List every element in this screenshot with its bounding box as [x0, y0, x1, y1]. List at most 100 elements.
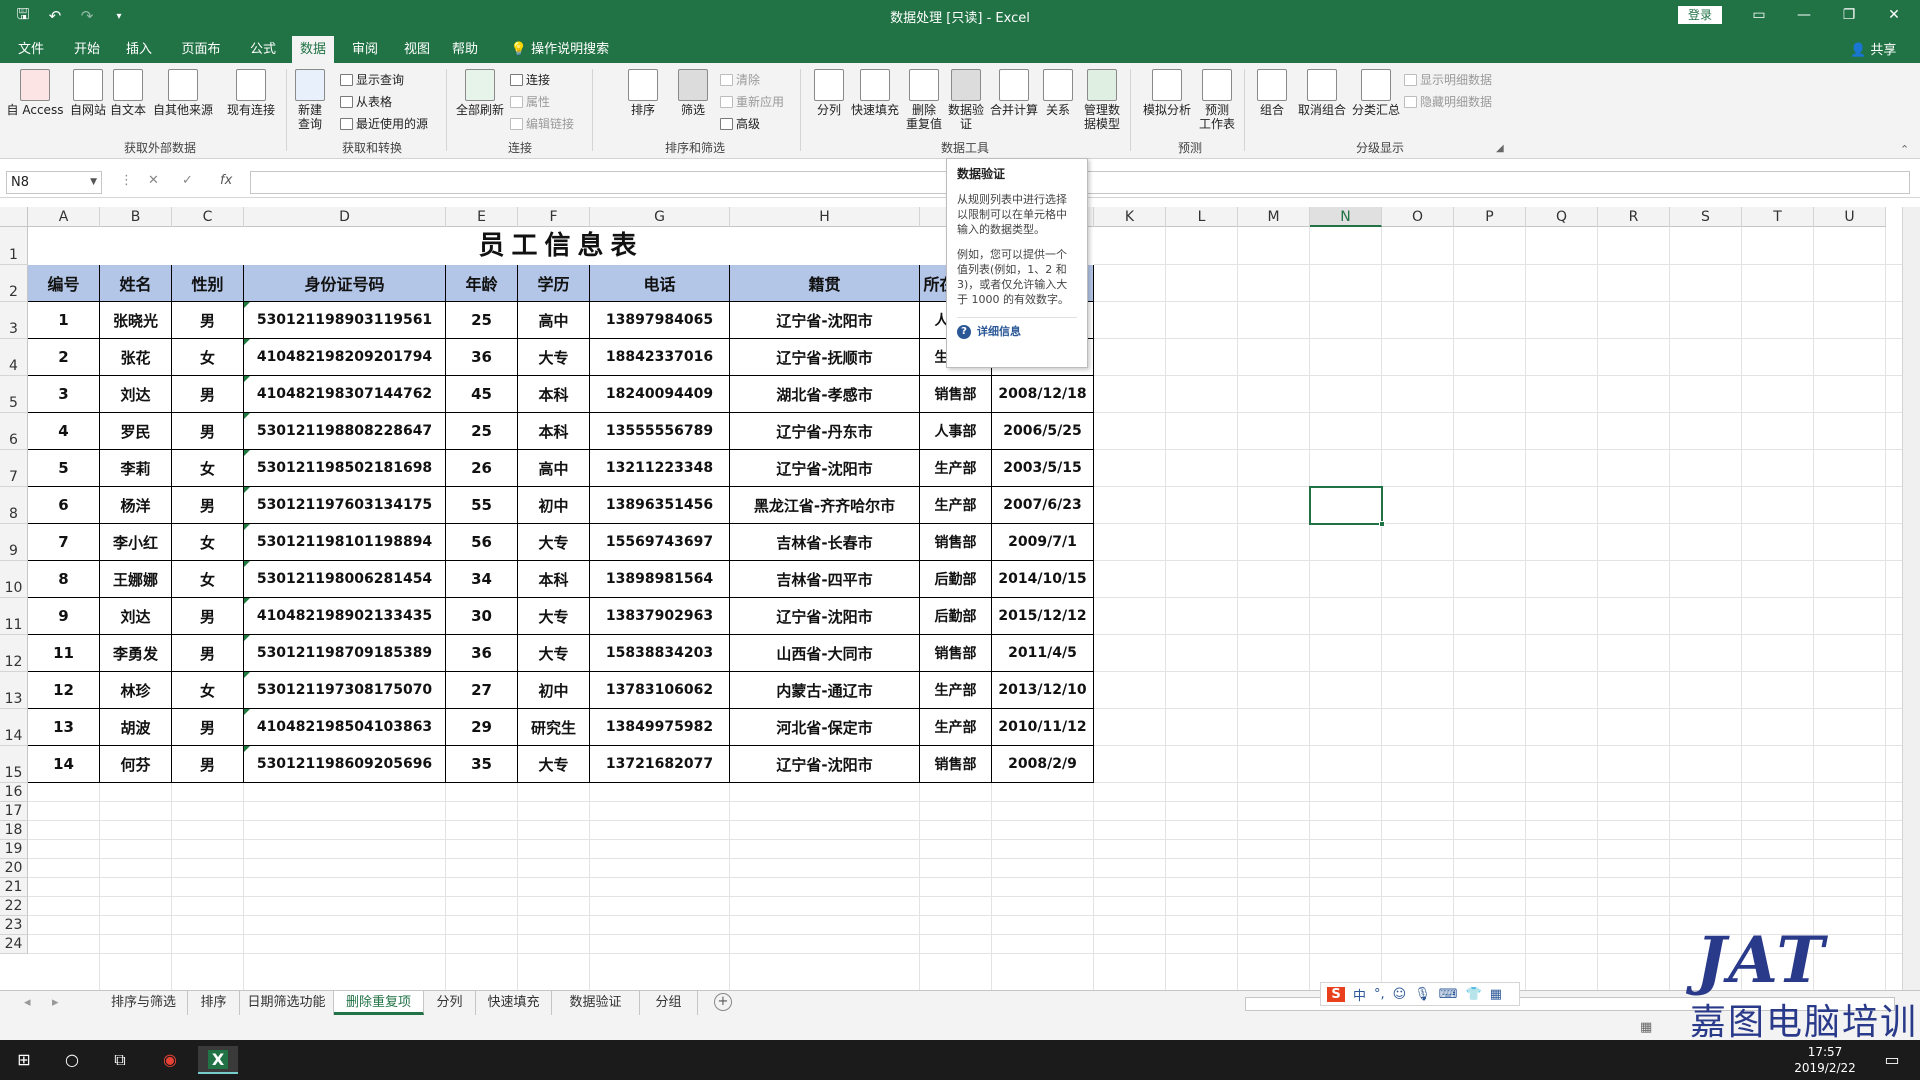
table-cell[interactable]: 李小红: [100, 524, 172, 561]
data-tool-btn-6[interactable]: 管理数 据模型: [1080, 69, 1124, 131]
data-tool-btn-1[interactable]: 快速填充: [850, 69, 900, 117]
sheet-tab-1[interactable]: 排序: [188, 991, 240, 1015]
tell-me-search[interactable]: 💡 操作说明搜索: [500, 36, 620, 63]
dialog-launcher-icon[interactable]: ◢: [1496, 143, 1504, 154]
table-cell[interactable]: 女: [172, 450, 244, 487]
cancel-icon[interactable]: ✕: [148, 173, 159, 188]
table-cell[interactable]: 生产部: [920, 487, 992, 524]
table-cell[interactable]: 2: [28, 339, 100, 376]
scroll-left-icon[interactable]: ◂: [24, 995, 31, 1010]
table-cell[interactable]: 1: [28, 302, 100, 339]
table-cell[interactable]: 辽宁省-沈阳市: [730, 450, 920, 487]
column-header-K[interactable]: K: [1094, 207, 1166, 227]
maximize-button[interactable]: ❐: [1827, 4, 1871, 26]
share-button[interactable]: 👤 共享: [1850, 39, 1896, 58]
table-cell[interactable]: 李勇发: [100, 635, 172, 672]
table-cell[interactable]: 女: [172, 524, 244, 561]
insert-function-icon[interactable]: fx: [220, 173, 232, 188]
tab-6[interactable]: 审阅: [348, 36, 382, 63]
table-cell[interactable]: 18240094409: [590, 376, 730, 413]
table-cell[interactable]: 4: [28, 413, 100, 450]
table-cell[interactable]: 8: [28, 561, 100, 598]
tab-0[interactable]: 文件: [14, 36, 48, 63]
column-header-H[interactable]: H: [730, 207, 920, 227]
table-cell[interactable]: 生产部: [920, 709, 992, 746]
chevron-down-icon[interactable]: ▼: [90, 172, 97, 193]
column-header-T[interactable]: T: [1742, 207, 1814, 227]
refresh-all-button[interactable]: 全部刷新: [454, 69, 506, 117]
table-cell[interactable]: 5: [28, 450, 100, 487]
data-tool-btn-0[interactable]: 分列: [808, 69, 850, 117]
ime-tools-icon[interactable]: ▦: [1490, 987, 1502, 1002]
sheet-tab-4[interactable]: 分列: [424, 991, 476, 1015]
table-cell[interactable]: 男: [172, 598, 244, 635]
table-cell[interactable]: 张花: [100, 339, 172, 376]
table-cell[interactable]: 2014/10/15: [992, 561, 1094, 598]
new-query-button[interactable]: 新建 查询: [292, 69, 328, 131]
table-cell[interactable]: 45: [446, 376, 518, 413]
active-cell-selection[interactable]: [1309, 486, 1385, 527]
table-cell[interactable]: 30: [446, 598, 518, 635]
row-header-3[interactable]: 3: [0, 302, 28, 339]
row-header-4[interactable]: 4: [0, 339, 28, 376]
table-header-cell[interactable]: 编号: [28, 265, 100, 302]
table-cell[interactable]: 13721682077: [590, 746, 730, 783]
recent-sources[interactable]: 最近使用的源: [340, 114, 428, 134]
row-header-1[interactable]: 1: [0, 227, 28, 265]
edit-links[interactable]: 编辑链接: [510, 114, 574, 134]
column-header-F[interactable]: F: [518, 207, 590, 227]
table-cell[interactable]: 2008/2/9: [992, 746, 1094, 783]
table-cell[interactable]: 吉林省-四平市: [730, 561, 920, 598]
tab-7[interactable]: 视图: [400, 36, 434, 63]
select-all-corner[interactable]: [0, 207, 28, 227]
row-header-24[interactable]: 24: [0, 935, 28, 954]
row-header-5[interactable]: 5: [0, 376, 28, 413]
table-cell[interactable]: 2006/5/25: [992, 413, 1094, 450]
column-header-C[interactable]: C: [172, 207, 244, 227]
minimize-button[interactable]: —: [1782, 4, 1826, 26]
table-cell[interactable]: 高中: [518, 302, 590, 339]
tab-3[interactable]: 页面布局: [172, 36, 230, 84]
show-detail[interactable]: 显示明细数据: [1404, 70, 1492, 90]
table-cell[interactable]: 36: [446, 635, 518, 672]
table-cell[interactable]: 王娜娜: [100, 561, 172, 598]
table-cell[interactable]: 男: [172, 302, 244, 339]
sort-button[interactable]: 排序: [622, 69, 664, 117]
table-header-cell[interactable]: 学历: [518, 265, 590, 302]
table-cell[interactable]: 13211223348: [590, 450, 730, 487]
get-external-btn-4[interactable]: 现有连接: [224, 69, 278, 117]
what-if-button[interactable]: 模拟分析: [1138, 69, 1196, 117]
column-header-P[interactable]: P: [1454, 207, 1526, 227]
row-header-15[interactable]: 15: [0, 746, 28, 783]
table-cell[interactable]: 初中: [518, 672, 590, 709]
table-cell[interactable]: 530121198502181698: [244, 450, 446, 487]
table-cell[interactable]: 辽宁省-丹东市: [730, 413, 920, 450]
sheet-tab-2[interactable]: 日期筛选功能: [240, 991, 334, 1015]
column-header-B[interactable]: B: [100, 207, 172, 227]
table-cell[interactable]: 何芬: [100, 746, 172, 783]
row-header-20[interactable]: 20: [0, 859, 28, 878]
table-cell[interactable]: 530121198709185389: [244, 635, 446, 672]
ime-emoji-icon[interactable]: ☺: [1393, 987, 1407, 1002]
filter-button[interactable]: 筛选: [672, 69, 714, 117]
vertical-scrollbar[interactable]: [1902, 207, 1920, 990]
table-cell[interactable]: 男: [172, 487, 244, 524]
table-header-cell[interactable]: 身份证号码: [244, 265, 446, 302]
table-cell[interactable]: 25: [446, 302, 518, 339]
get-external-btn-1[interactable]: 自网站: [68, 69, 108, 117]
table-cell[interactable]: 13898981564: [590, 561, 730, 598]
table-cell[interactable]: 罗民: [100, 413, 172, 450]
table-cell[interactable]: 13849975982: [590, 709, 730, 746]
table-cell[interactable]: 11: [28, 635, 100, 672]
table-cell[interactable]: 生产部: [920, 672, 992, 709]
row-header-18[interactable]: 18: [0, 821, 28, 840]
table-cell[interactable]: 初中: [518, 487, 590, 524]
row-header-14[interactable]: 14: [0, 709, 28, 746]
table-cell[interactable]: 大专: [518, 524, 590, 561]
reapply-filter[interactable]: 重新应用: [720, 92, 784, 112]
from-table[interactable]: 从表格: [340, 92, 392, 112]
table-cell[interactable]: 2011/4/5: [992, 635, 1094, 672]
ime-skin-icon[interactable]: 👕: [1466, 987, 1482, 1002]
table-cell[interactable]: 36: [446, 339, 518, 376]
table-cell[interactable]: 12: [28, 672, 100, 709]
